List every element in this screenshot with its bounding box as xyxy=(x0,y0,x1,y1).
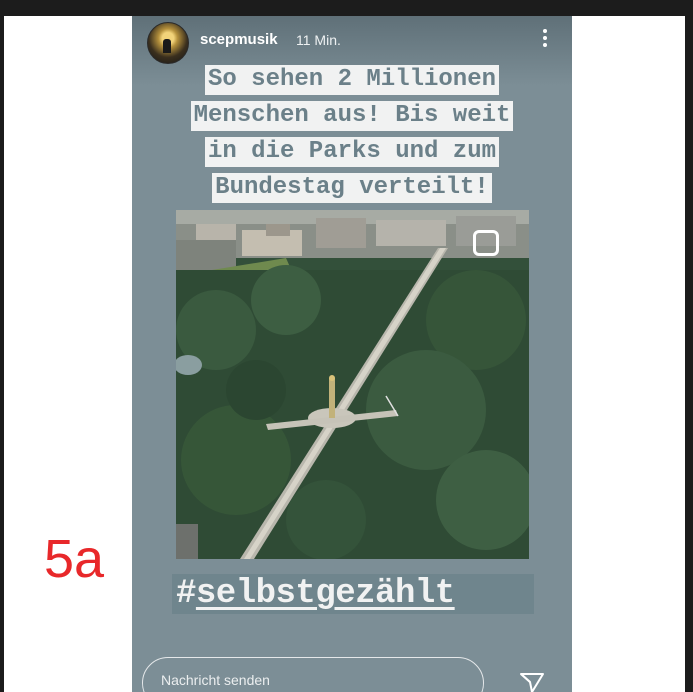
caption-line: So sehen 2 Millionen xyxy=(204,65,500,95)
story-timestamp: 11 Min. xyxy=(296,32,341,48)
reply-input[interactable]: Nachricht senden xyxy=(142,657,484,692)
more-vertical-icon[interactable] xyxy=(542,29,548,51)
hashtag-text: selbstgezählt xyxy=(195,575,455,613)
caption-line: Bundestag verteilt! xyxy=(212,173,492,203)
avatar[interactable] xyxy=(147,22,189,64)
figure-label: 5a xyxy=(44,529,105,589)
hashtag-sticker[interactable]: #selbstgezählt xyxy=(172,574,534,614)
aerial-photo xyxy=(176,210,529,559)
instagram-story[interactable]: scepmusik 11 Min. So sehen 2 Millionen M… xyxy=(132,16,572,692)
screen-frame-left xyxy=(0,0,4,692)
caption-line: Menschen aus! Bis weit xyxy=(190,101,514,131)
reply-placeholder: Nachricht senden xyxy=(161,672,270,688)
screen-frame-right xyxy=(685,0,693,692)
repost-square-icon[interactable] xyxy=(473,230,499,256)
story-caption: So sehen 2 Millionen Menschen aus! Bis w… xyxy=(132,62,572,206)
story-username[interactable]: scepmusik xyxy=(200,31,278,48)
aerial-photo-illustration xyxy=(176,210,529,559)
hashtag-symbol: # xyxy=(176,575,196,613)
screen-frame-top xyxy=(0,0,693,16)
send-paper-plane-icon[interactable] xyxy=(520,673,544,692)
caption-line: in die Parks und zum xyxy=(204,137,500,167)
